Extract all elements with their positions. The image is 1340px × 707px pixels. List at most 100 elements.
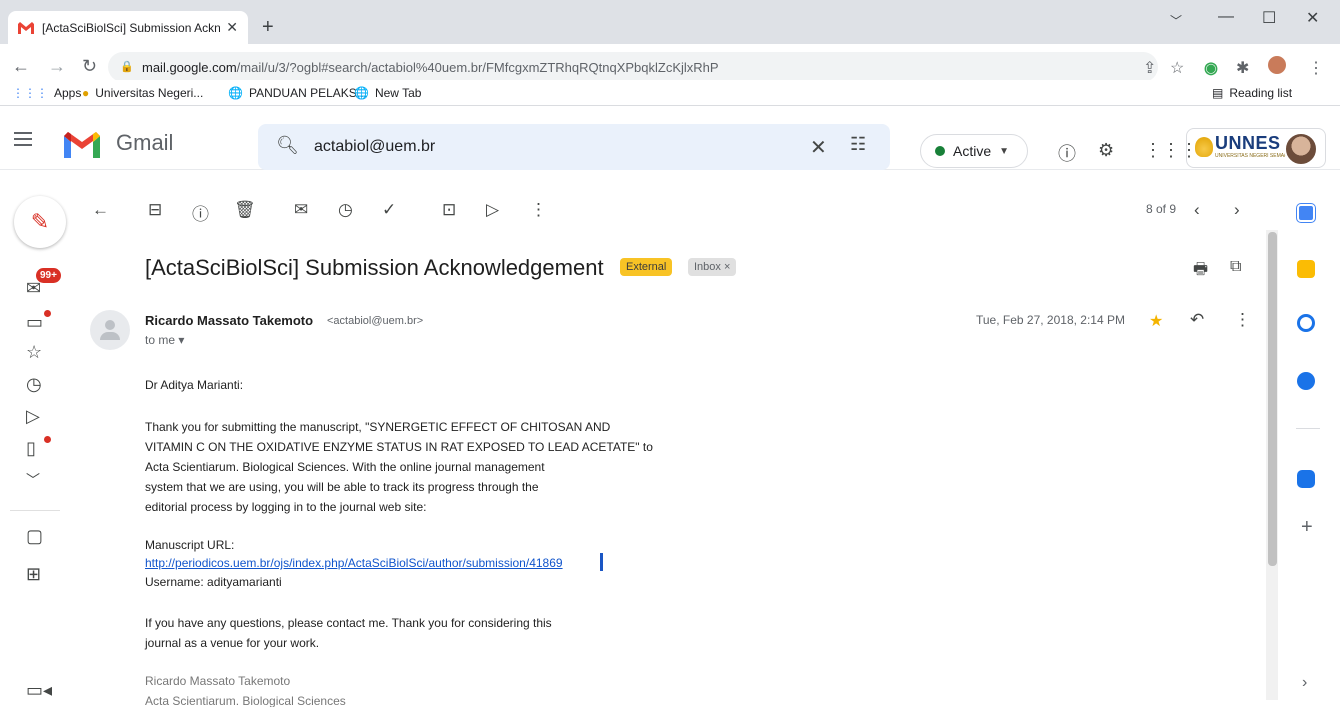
search-icon[interactable]: 🔍︎ <box>276 135 299 156</box>
get-addons-plus-icon[interactable]: + <box>1301 516 1313 539</box>
reply-icon[interactable]: ↶ <box>1190 310 1204 330</box>
lock-icon: 🔒 <box>120 61 134 73</box>
url-path: /mail/u/3/?ogbl#search/actabiol%40uem.br… <box>236 59 719 75</box>
body-line: If you have any questions, please contac… <box>145 616 552 630</box>
apps-grid-icon: ⋮⋮⋮ <box>12 86 48 100</box>
scrollbar-thumb[interactable] <box>1268 232 1277 566</box>
more-actions-icon[interactable]: ⋮ <box>530 200 547 220</box>
snoozed-clock-icon[interactable]: ◷ <box>26 374 42 395</box>
extensions-puzzle-icon[interactable]: ✱ <box>1236 58 1249 78</box>
status-active-button[interactable]: Active ▼ <box>920 134 1028 168</box>
bookmarks-bar: ⋮⋮⋮ Apps ● Universitas Negeri... 🌐 PANDU… <box>0 80 1340 106</box>
star-icon[interactable]: ★ <box>1149 311 1163 331</box>
reading-list[interactable]: ▤ Reading list <box>1212 86 1292 100</box>
label-icon[interactable]: ▷ <box>486 200 499 220</box>
manuscript-link[interactable]: http://periodicos.uem.br/ojs/index.php/A… <box>145 556 563 570</box>
chat-icon[interactable]: ▭ <box>26 312 43 333</box>
body-line: VITAMIN C ON THE OXIDATIVE ENZYME STATUS… <box>145 440 653 454</box>
grammarly-extension-icon[interactable]: ◉ <box>1204 58 1218 78</box>
browser-tab-active[interactable]: [ActaSciBiolSci] Submission Ackn ✕ <box>8 11 248 44</box>
bookmark-apps[interactable]: ⋮⋮⋮ Apps <box>12 86 81 100</box>
gmail-logo-icon[interactable] <box>62 130 102 160</box>
unread-count-badge: 99+ <box>36 268 61 283</box>
label-external[interactable]: External <box>620 258 673 276</box>
forward-arrow-icon[interactable]: → <box>48 56 66 77</box>
sender-avatar <box>90 310 130 350</box>
bookmark-new-tab[interactable]: 🌐 New Tab <box>354 86 421 100</box>
bookmark-universitas[interactable]: ● Universitas Negeri... <box>82 86 203 100</box>
mail-search-bar[interactable]: 🔍︎ actabiol@uem.br ✕ ☷ <box>258 124 890 170</box>
mark-unread-icon[interactable]: ✉ <box>294 200 308 220</box>
more-chevron-icon[interactable]: ﹀ <box>26 470 40 490</box>
older-chevron-icon[interactable]: › <box>1234 200 1240 220</box>
gmail-wordmark: Gmail <box>116 130 174 155</box>
status-dot-icon <box>935 146 945 156</box>
archive-icon[interactable]: ⊟ <box>148 200 162 220</box>
reload-icon[interactable]: ↻ <box>82 56 97 77</box>
maximize-icon[interactable]: ☐ <box>1262 8 1276 28</box>
tasks-icon[interactable] <box>1297 314 1315 332</box>
search-options-icon[interactable]: ☷ <box>850 134 866 155</box>
tab-search-chevron-icon[interactable]: ﹀ <box>1170 12 1182 29</box>
minimize-icon[interactable]: — <box>1218 8 1234 26</box>
chat-bubble-icon[interactable]: ▢ <box>26 526 43 547</box>
new-tab-button[interactable]: + <box>262 16 274 39</box>
text-cursor <box>600 553 603 571</box>
main-menu-icon[interactable] <box>14 132 32 146</box>
profile-avatar-icon[interactable] <box>1268 56 1286 74</box>
open-in-new-window-icon[interactable]: ⧉ <box>1230 258 1241 276</box>
delete-icon[interactable]: 🗑︎ <box>234 200 256 220</box>
window-close-icon[interactable]: ✕ <box>1306 8 1319 28</box>
drafts-icon[interactable]: ▯ <box>26 438 36 459</box>
help-icon[interactable]: ⓘ <box>1058 140 1076 166</box>
bookmark-star-icon[interactable]: ☆ <box>1170 58 1184 78</box>
show-side-panel-chevron-icon[interactable]: › <box>1302 674 1307 692</box>
message-pager: 8 of 9 <box>1146 202 1177 216</box>
bookmark-panduan[interactable]: 🌐 PANDUAN PELAKS... <box>228 86 367 100</box>
add-task-icon[interactable]: ✓ <box>382 200 396 220</box>
browser-tabstrip: [ActaSciBiolSci] Submission Ackn ✕ + ﹀ —… <box>0 0 1340 44</box>
body-line: Thank you for submitting the manuscript,… <box>145 420 611 434</box>
newer-chevron-icon[interactable]: ‹ <box>1194 200 1200 220</box>
clear-search-icon[interactable]: ✕ <box>810 135 827 160</box>
calendar-icon[interactable] <box>1297 204 1315 222</box>
browser-menu-icon[interactable]: ⋮ <box>1308 58 1324 78</box>
move-to-icon[interactable]: ⊡ <box>442 200 456 220</box>
contacts-icon[interactable] <box>1297 372 1315 390</box>
meet-video-icon[interactable]: ▭◂ <box>26 680 52 701</box>
body-line: editorial process by logging in to the j… <box>145 500 427 514</box>
sender-email: <actabiol@uem.br> <box>327 315 424 327</box>
manuscript-url-label: Manuscript URL: <box>145 538 235 552</box>
report-spam-icon[interactable]: ⓘ <box>192 200 209 225</box>
message-subject: [ActaSciBiolSci] Submission Acknowledgem… <box>145 255 604 280</box>
unnes-flame-icon <box>1195 137 1213 157</box>
label-inbox[interactable]: Inbox × <box>688 258 737 276</box>
zoom-app-icon[interactable] <box>1297 470 1315 488</box>
keep-icon[interactable] <box>1297 260 1315 278</box>
message-date: Tue, Feb 27, 2018, 2:14 PM <box>976 313 1125 327</box>
print-icon[interactable]: 🖶 <box>1193 258 1208 285</box>
body-line: journal as a venue for your work. <box>145 636 320 650</box>
back-arrow-icon[interactable]: ← <box>12 56 30 77</box>
sent-icon[interactable]: ▷ <box>26 406 40 427</box>
settings-gear-icon[interactable]: ⚙ <box>1098 140 1114 161</box>
back-to-search-icon[interactable]: ← <box>92 200 109 220</box>
recipients-toggle[interactable]: to me ▾ <box>145 333 184 347</box>
message-more-icon[interactable]: ⋮ <box>1234 310 1251 330</box>
starred-icon[interactable]: ☆ <box>26 342 42 363</box>
reading-list-icon: ▤ <box>1212 86 1224 100</box>
body-line: system that we are using, you will be ab… <box>145 480 539 494</box>
tab-title: [ActaSciBiolSci] Submission Ackn <box>42 20 221 35</box>
globe-icon: 🌐 <box>228 86 243 100</box>
share-icon[interactable]: ⇪ <box>1143 58 1156 78</box>
sender-name[interactable]: Ricardo Massato Takemoto <box>145 313 313 328</box>
tab-close-icon[interactable]: ✕ <box>226 19 238 36</box>
account-avatar[interactable] <box>1284 132 1318 166</box>
address-bar[interactable]: 🔒 mail.google.com/mail/u/3/?ogbl#search/… <box>108 52 1158 82</box>
snooze-icon[interactable]: ◷ <box>338 200 353 220</box>
drafts-notification-dot <box>44 436 51 443</box>
search-input[interactable]: actabiol@uem.br <box>314 138 435 156</box>
spaces-icon[interactable]: ⊞ <box>26 564 41 585</box>
side-panel <box>1282 170 1340 707</box>
compose-button[interactable]: ✎ <box>14 196 66 248</box>
